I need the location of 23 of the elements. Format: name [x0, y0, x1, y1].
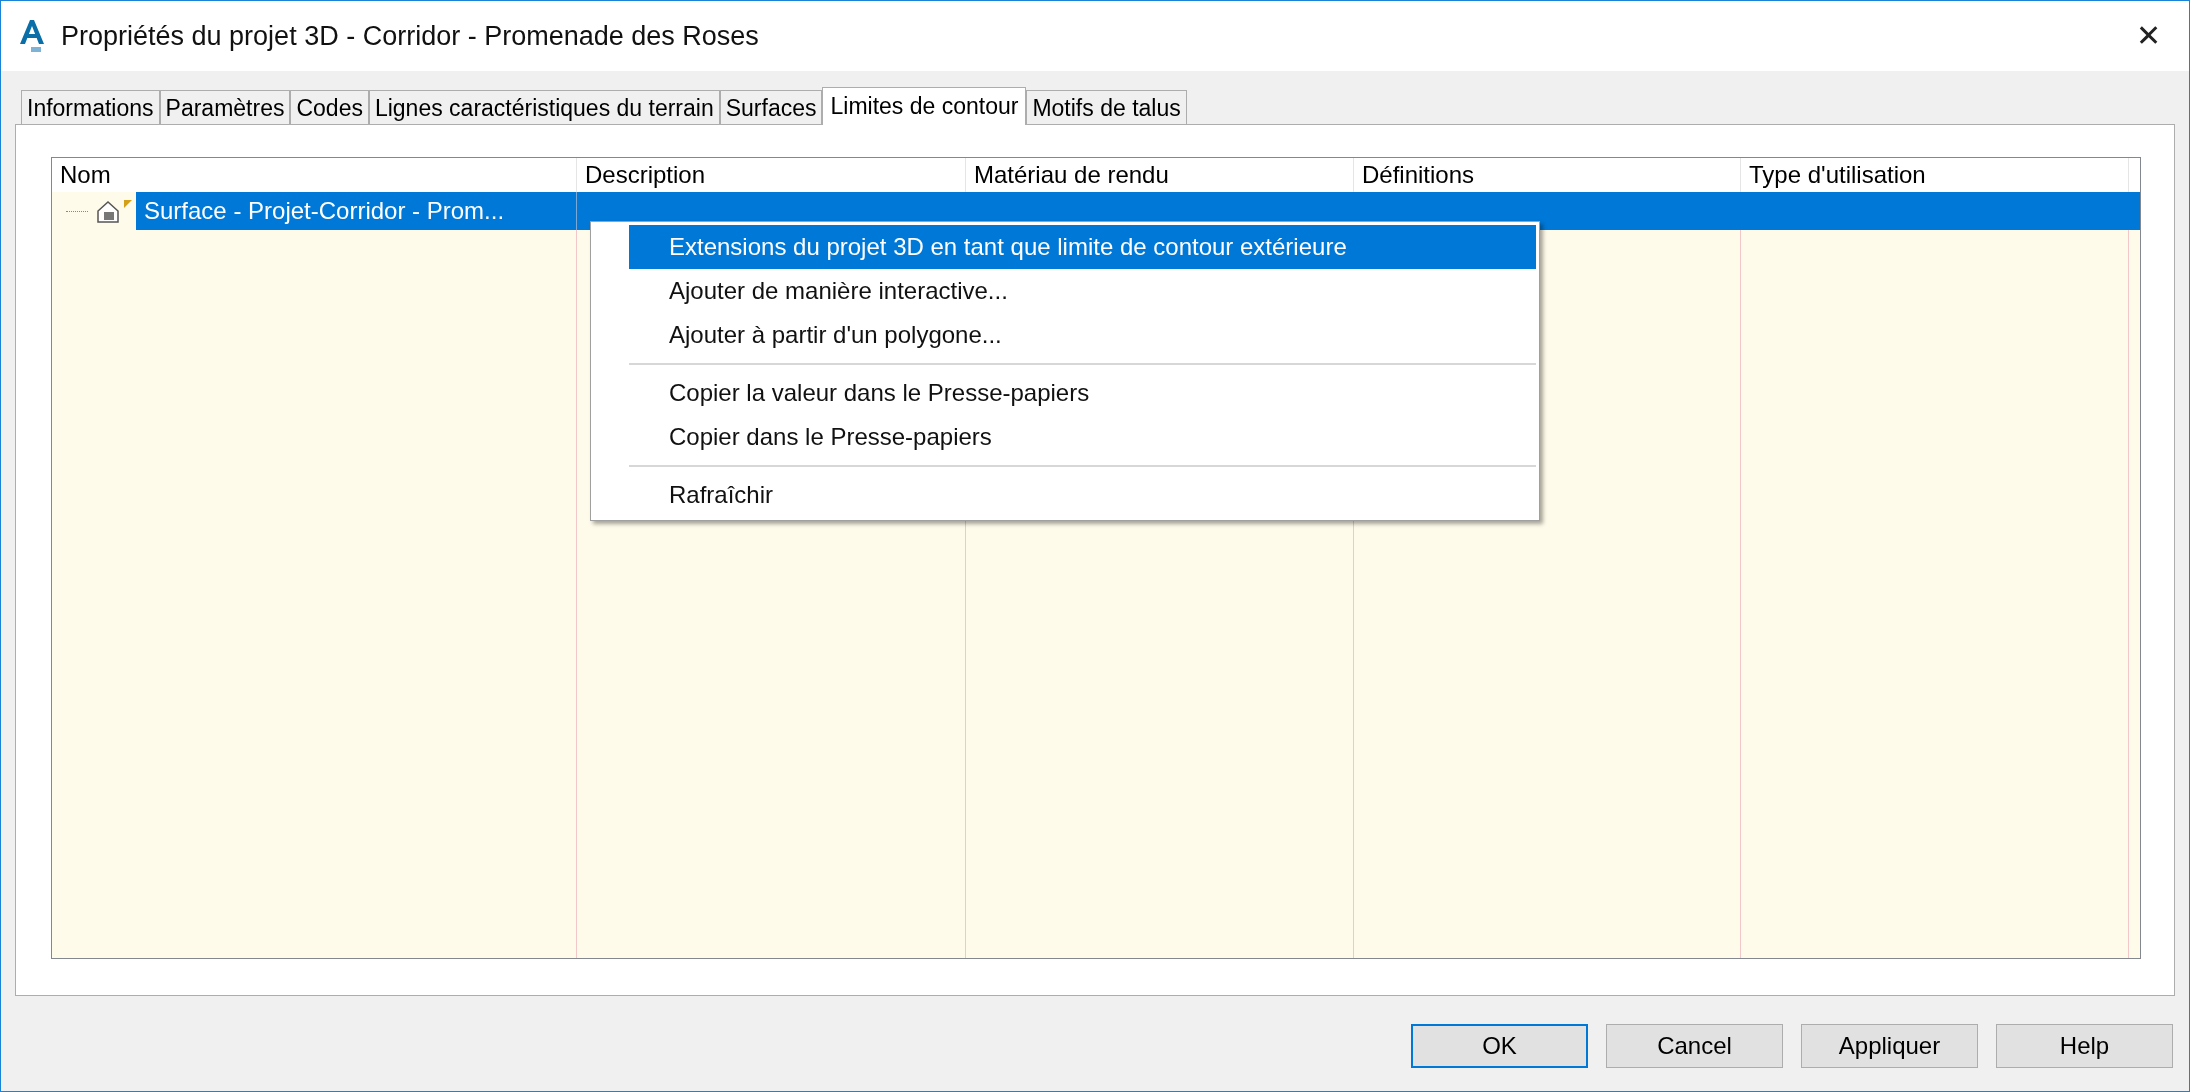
- app-logo-icon: [17, 18, 47, 54]
- dialog-button[interactable]: Cancel: [1606, 1024, 1783, 1068]
- menu-item[interactable]: Copier dans le Presse-papiers: [629, 415, 1536, 459]
- tab[interactable]: Lignes caractéristiques du terrain: [368, 90, 720, 124]
- tab[interactable]: Paramètres: [159, 90, 291, 124]
- menu-item[interactable]: Extensions du projet 3D en tant que limite de contour extérieure: [629, 225, 1536, 269]
- tab[interactable]: Limites de contour: [822, 87, 1027, 125]
- table-row[interactable]: Surface - Projet-Corridor - Prom...: [136, 192, 2140, 230]
- tab[interactable]: Motifs de talus: [1026, 90, 1187, 124]
- tab[interactable]: Codes: [290, 90, 369, 124]
- dialog-button[interactable]: OK: [1411, 1024, 1588, 1068]
- tab[interactable]: Surfaces: [719, 90, 823, 124]
- surface-icon: [94, 198, 134, 224]
- close-button[interactable]: ✕: [2124, 21, 2173, 51]
- dialog-button[interactable]: Appliquer: [1801, 1024, 1978, 1068]
- surface-name: Surface - Projet-Corridor - Prom...: [136, 192, 577, 230]
- menu-item[interactable]: Copier la valeur dans le Presse-papiers: [629, 371, 1536, 415]
- menu-item[interactable]: Ajouter de manière interactive...: [629, 269, 1536, 313]
- dialog-button[interactable]: Help: [1996, 1024, 2173, 1068]
- tab[interactable]: Informations: [21, 90, 160, 124]
- window-title: Propriétés du projet 3D - Corridor - Promenade des Roses: [61, 19, 759, 53]
- menu-item[interactable]: Ajouter à partir d'un polygone...: [629, 313, 1536, 357]
- menu-item[interactable]: Rafraîchir: [629, 473, 1536, 517]
